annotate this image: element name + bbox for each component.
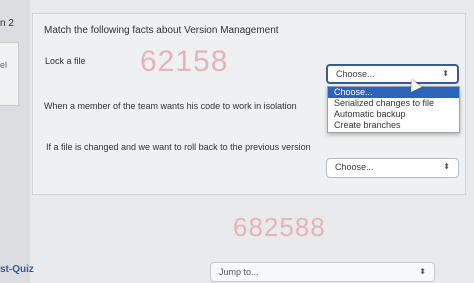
post-quiz-link[interactable]: st-Quiz (0, 264, 34, 275)
chevron-updown-icon: ⬍ (443, 162, 450, 171)
lock-file-dropdown-menu[interactable]: Choose... Serialized changes to file Aut… (327, 86, 460, 133)
dropdown-option-create-branches[interactable]: Create branches (328, 120, 459, 131)
question-info-label: el (0, 60, 8, 70)
row-label-rollback: If a file is changed and we want to roll… (46, 142, 311, 152)
question-number-label: n 2 (0, 18, 14, 29)
rollback-select-value: Choose... (335, 162, 374, 172)
question-info-box (0, 42, 19, 106)
chevron-updown-icon: ⬍ (419, 267, 426, 276)
jump-to-select[interactable]: Jump to... ⬍ (210, 262, 435, 282)
lock-file-select-value: Choose... (336, 69, 375, 79)
rollback-select[interactable]: Choose... ⬍ (326, 158, 459, 178)
watermark-bottom: 682588 (233, 212, 326, 242)
lock-file-select[interactable]: Choose... ⬍ (326, 64, 459, 84)
dropdown-option-automatic-backup[interactable]: Automatic backup (328, 109, 459, 120)
jump-to-placeholder: Jump to... (219, 267, 259, 277)
watermark-top: 62158 (140, 45, 229, 78)
question-title: Match the following facts about Version … (44, 25, 279, 36)
dropdown-option-serialized-changes[interactable]: Serialized changes to file (328, 98, 459, 109)
chevron-updown-icon: ⬍ (442, 69, 449, 78)
row-label-isolation: When a member of the team wants his code… (44, 101, 297, 111)
row-label-lock-file: Lock a file (45, 56, 86, 66)
dropdown-option-choose[interactable]: Choose... (328, 87, 459, 98)
